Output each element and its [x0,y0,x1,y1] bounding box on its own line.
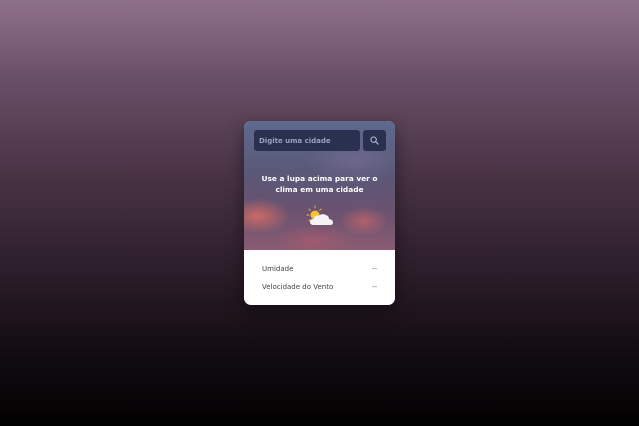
wind-speed-label: Velocidade do Vento [262,283,334,291]
weather-card: Use a lupa acima para ver o clima em uma… [244,121,395,305]
search-bar [254,130,386,151]
wind-speed-row: Velocidade do Vento -- [262,278,377,296]
humidity-label: Umidade [262,265,294,273]
humidity-row: Umidade -- [262,260,377,278]
instruction-message: Use a lupa acima para ver o clima em uma… [261,174,378,194]
search-icon [370,136,379,145]
search-button[interactable] [363,130,386,151]
partly-cloudy-icon [306,205,333,225]
humidity-value: -- [371,265,377,273]
weather-hero: Use a lupa acima para ver o clima em uma… [244,121,395,250]
wind-speed-value: -- [371,283,377,291]
city-search-input[interactable] [254,130,360,151]
weather-details: Umidade -- Velocidade do Vento -- [244,250,395,296]
